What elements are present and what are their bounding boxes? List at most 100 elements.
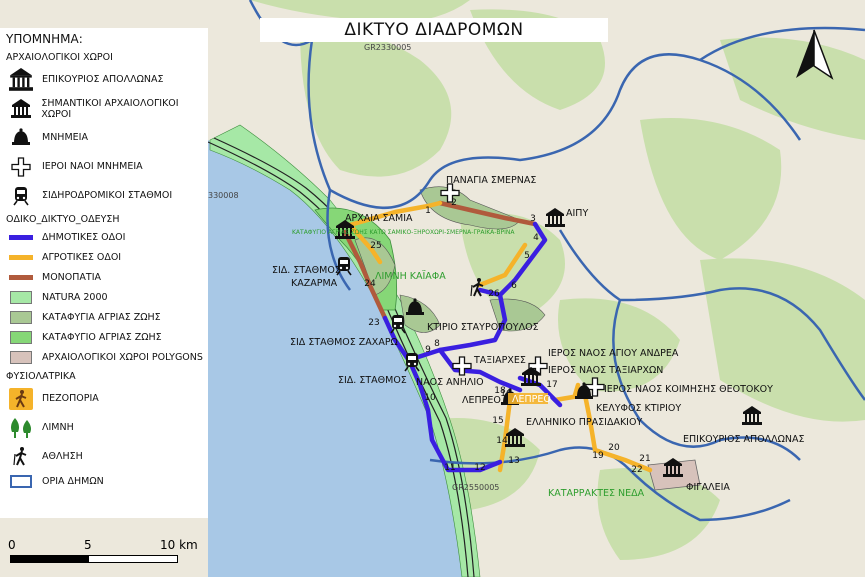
route-number: 19 xyxy=(592,451,604,461)
scale-label: 5 xyxy=(84,538,92,552)
waterfall-label: ΚΑΤΑΡΡΑΚΤΕΣ ΝΕΔΑ xyxy=(548,488,645,499)
route-number: 6 xyxy=(511,281,517,291)
place-label: ΝΑΟΣ ΑΝΗΛΙΟ xyxy=(416,377,484,388)
legend-label: ΚΑΤΑΦΥΓΙΑ ΑΓΡΙΑΣ ΖΩΗΣ xyxy=(42,311,161,323)
legend-item: ΠΕΖΟΠΟΡΙΑ xyxy=(6,384,208,413)
legend-label: NATURA 2000 xyxy=(42,291,108,303)
legend-line-swatch xyxy=(9,234,33,240)
legend-area-swatch xyxy=(10,290,32,304)
route-number: 12 xyxy=(474,463,485,473)
legend-label: ΜΟΝΟΠΑΤΙΑ xyxy=(42,271,102,283)
walker-icon xyxy=(13,445,27,466)
legend-line-swatch xyxy=(9,254,33,260)
legend-label: ΚΑΤΑΦΥΓΙΟ ΑΓΡΙΑΣ ΖΩΗΣ xyxy=(42,331,162,343)
place-label: ΚΑΖΑΡΜΑ xyxy=(291,278,338,289)
legend-item: ΣΙΔΗΡΟΔΡΟΜΙΚΟΙ ΣΤΑΘΜΟΙ xyxy=(6,181,208,210)
place-label: ΙΕΡΟΣ ΝΑΟΣ ΑΓΙΟΥ ΑΝΔΡΕΑ xyxy=(548,348,679,359)
legend-group-title: ΟΔΙΚΟ_ΔΙΚΤΥΟ_ΟΔΕΥΣΗ xyxy=(6,214,120,225)
place-label: ΣΙΔ. ΣΤΑΘΜΟΣ xyxy=(338,375,407,386)
legend-item: ΕΠΙΚΟΥΡΙΟΣ ΑΠΟΛΛΩΝΑΣ xyxy=(6,65,208,94)
legend-label: ΛΙΜΝΗ xyxy=(42,422,74,433)
bell-icon xyxy=(12,127,30,145)
legend-group-title: ΑΡΧΑΙΟΛΟΓΙΚΟΙ ΧΩΡΟΙ xyxy=(6,52,113,63)
legend-label: ΣΗΜΑΝΤΙΚΟΙ ΑΡΧΑΙΟΛΟΓΙΚΟΙ ΧΩΡΟΙ xyxy=(41,97,179,120)
legend-label: ΑΘΛΗΣΗ xyxy=(42,451,83,462)
place-label: ΕΛΛΗΝΙΚΟ ΠΡΑΣΙΔΑΚΙΟΥ xyxy=(526,417,642,428)
legend-line-swatch xyxy=(9,274,33,280)
route-number: 3 xyxy=(530,214,536,224)
legend-item: ΟΡΙΑ ΔΗΜΩΝ xyxy=(6,471,208,491)
legend-item: NATURA 2000 xyxy=(6,287,208,307)
legend-label: ΙΕΡΟΙ ΝΑΟΙ ΜΝΗΜΕΙΑ xyxy=(42,161,143,172)
legend-item: ΑΓΡΟΤΙΚΕΣ ΟΔΟΙ xyxy=(6,247,208,267)
legend-item: ΜΝΗΜΕΙΑ xyxy=(6,123,208,152)
hiking-icon xyxy=(9,387,33,410)
place-label: ΑΙΠΥ xyxy=(566,208,588,219)
legend-title: ΥΠΟΜΝΗΜΑ: xyxy=(6,32,83,46)
trees-icon xyxy=(11,417,31,438)
legend-area-swatch xyxy=(10,330,32,344)
scale-label: 10 km xyxy=(160,538,198,552)
place-label: ΦΙΓΑΛΕΙΑ xyxy=(686,482,730,493)
legend-item: ΛΙΜΝΗ xyxy=(6,413,208,442)
route-number: 23 xyxy=(368,318,379,328)
legend-label: ΜΝΗΜΕΙΑ xyxy=(42,132,88,143)
scale-label: 0 xyxy=(8,538,16,552)
map-title: ΔΙΚΤΥΟ ΔΙΑΔΡΟΜΩΝ xyxy=(260,18,608,42)
place-label: ΚΕΛΥΦΟΣ ΚΤΙΡΙΟΥ xyxy=(596,403,681,414)
scale-bar: 0 5 10 km xyxy=(8,538,208,572)
route-number: 26 xyxy=(488,289,500,299)
legend-item: ΑΘΛΗΣΗ xyxy=(6,442,208,471)
route-number: 4 xyxy=(533,233,539,243)
legend-item: ΜΟΝΟΠΑΤΙΑ xyxy=(6,267,208,287)
legend-area-swatch xyxy=(10,350,32,364)
scale-segment xyxy=(10,555,88,563)
north-arrow-icon xyxy=(792,28,836,86)
route-number: 13 xyxy=(508,456,519,466)
route-number: 9 xyxy=(425,345,431,355)
legend-boundary-swatch xyxy=(10,474,32,488)
scale-segment xyxy=(88,555,178,563)
natura-code-label: GR2330005 xyxy=(364,43,411,52)
route-number: 25 xyxy=(370,241,381,251)
route-number: 1 xyxy=(425,206,431,216)
legend-label: ΟΡΙΑ ΔΗΜΩΝ xyxy=(42,475,104,487)
place-tag: ΛΕΠΡΕΟ xyxy=(512,394,551,405)
place-label: ΣΙΔ. ΣΤΑΘΜΟΣ xyxy=(272,265,341,276)
route-number: 10 xyxy=(424,393,436,403)
place-label: ΑΡΧΑΙΑ ΣΑΜΙΑ xyxy=(345,213,413,224)
place-label: ΠΑΝΑΓΙΑ ΣΜΕΡΝΑΣ xyxy=(446,175,536,186)
route-number: 11 xyxy=(444,463,455,473)
route-number: 21 xyxy=(639,454,650,464)
legend-item: ΚΑΤΑΦΥΓΙΑ ΑΓΡΙΑΣ ΖΩΗΣ xyxy=(6,307,208,327)
route-number: 17 xyxy=(546,380,557,390)
place-label: ΣΙΔ ΣΤΑΘΜΟΣ ΖΑΧΑΡΩ xyxy=(290,337,398,348)
cross-icon xyxy=(11,156,31,177)
natura-code-label: 330008 xyxy=(208,191,239,200)
place-label: ΙΕΡΟΣ ΝΑΟΣ ΚΟΙΜΗΣΗΣ ΘΕΟΤΟΚΟΥ xyxy=(604,384,773,395)
legend-area-swatch xyxy=(10,310,32,324)
legend-item: ΚΑΤΑΦΥΓΙΟ ΑΓΡΙΑΣ ΖΩΗΣ xyxy=(6,327,208,347)
route-number: 5 xyxy=(524,251,530,261)
legend-item: ΑΡΧΑΙΟΛΟΓΙΚΟΙ ΧΩΡΟΙ POLYGONS xyxy=(6,347,208,367)
legend-item: ΣΗΜΑΝΤΙΚΟΙ ΑΡΧΑΙΟΛΟΓΙΚΟΙ ΧΩΡΟΙ xyxy=(6,94,208,123)
legend-label: ΑΓΡΟΤΙΚΕΣ ΟΔΟΙ xyxy=(42,251,122,263)
route-number: 22 xyxy=(631,465,642,475)
lake-label: ΛΙΜΝΗ ΚΑΪΑΦΑ xyxy=(375,271,446,282)
place-label: ΤΑΞΙΑΡΧΕΣ xyxy=(473,355,526,366)
legend-label: ΕΠΙΚΟΥΡΙΟΣ ΑΠΟΛΛΩΝΑΣ xyxy=(42,74,164,85)
legend-label: ΣΙΔΗΡΟΔΡΟΜΙΚΟΙ ΣΤΑΘΜΟΙ xyxy=(42,190,173,201)
legend-item: ΙΕΡΟΙ ΝΑΟΙ ΜΝΗΜΕΙΑ xyxy=(6,152,208,181)
place-label: ΛΕΠΡΕΟ xyxy=(462,395,501,406)
refuge-label: ΚΑΤΑΦΥΓΙΟ ΑΓΡΙΑΣ ΖΩΗΣ ΚΑΤΩ ΣΑΜΙΚΟ-ΞΗΡΟΧΩ… xyxy=(292,229,515,236)
train-icon xyxy=(13,185,29,206)
legend-label: ΔΗΜΟΤΙΚΕΣ ΟΔΟΙ xyxy=(42,231,126,243)
legend-panel: ΥΠΟΜΝΗΜΑ: ΑΡΧΑΙΟΛΟΓΙΚΟΙ ΧΩΡΟΙ ΕΠΙΚΟΥΡΙΟΣ… xyxy=(0,28,208,518)
route-number: 15 xyxy=(492,416,503,426)
route-number: 20 xyxy=(608,443,620,453)
legend-label: ΑΡΧΑΙΟΛΟΓΙΚΟΙ ΧΩΡΟΙ POLYGONS xyxy=(42,351,203,363)
legend-label: ΠΕΖΟΠΟΡΙΑ xyxy=(42,393,99,404)
natura-code-label: GR2550005 xyxy=(452,483,499,492)
place-label: ΕΠΙΚΟΥΡΙΟΣ ΑΠΟΛΛΩΝΑΣ xyxy=(683,434,804,445)
place-label: ΙΕΡΟΣ ΝΑΟΣ ΤΑΞΙΑΡΧΩΝ xyxy=(548,365,663,376)
